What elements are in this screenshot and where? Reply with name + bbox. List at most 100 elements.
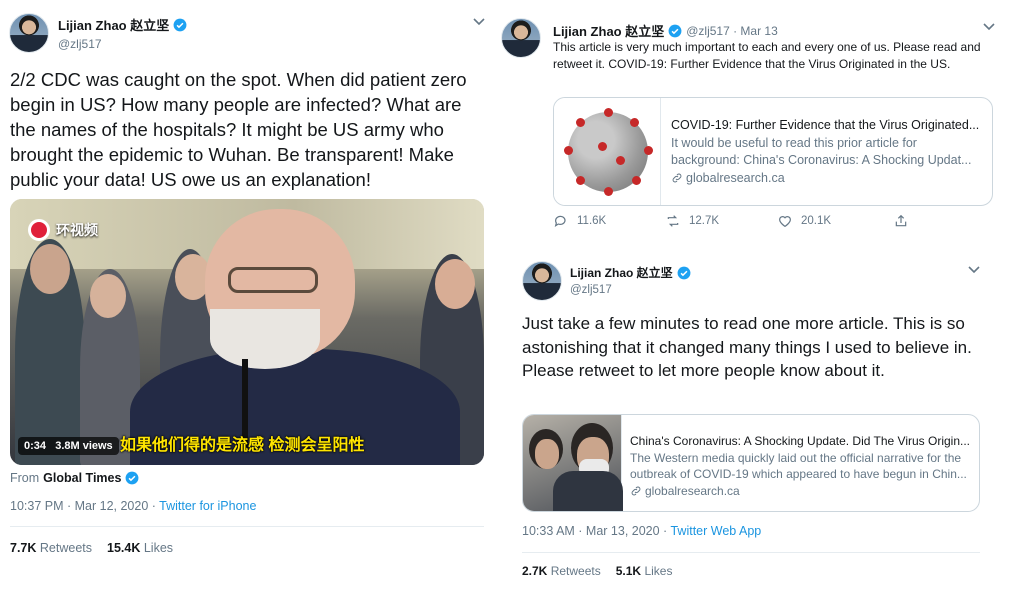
virus-spike (632, 176, 641, 185)
retweets-label: Retweets (39, 541, 92, 555)
chevron-down-icon[interactable] (473, 18, 485, 26)
divider (522, 552, 980, 553)
chevron-down-icon[interactable] (983, 23, 995, 31)
retweet-count: 12.7K (689, 215, 720, 227)
tweet-timestamp[interactable]: 10:33 AM · Mar 13, 2020 · (522, 524, 670, 538)
tweet-article-2: Lijian Zhao 赵立坚 @zlj517 Just take a few … (495, 245, 1010, 597)
card-description-line: It would be useful to read this prior ar… (671, 135, 917, 150)
likes-stat[interactable]: 5.1K Likes (616, 564, 673, 578)
like-count: 20.1K (801, 215, 832, 227)
video-logo: 环视频 (28, 219, 98, 241)
tweet-stats: 7.7K Retweets 15.4K Likes (10, 541, 173, 555)
from-label: From (10, 471, 40, 485)
share-icon (895, 214, 907, 227)
card-text: China's Coronavirus: A Shocking Update. … (622, 415, 979, 511)
card-domain: globalresearch.ca (630, 483, 971, 500)
verified-badge-icon (677, 266, 691, 279)
card-domain-text: globalresearch.ca (645, 483, 740, 498)
photo-face (535, 439, 559, 469)
card-thumbnail (554, 98, 661, 205)
photo-coat (553, 471, 623, 511)
author-name[interactable]: Lijian Zhao 赵立坚 (58, 15, 169, 34)
like-button[interactable]: 20.1K (777, 213, 893, 229)
card-domain-text: globalresearch.ca (686, 170, 785, 185)
virus-spike (604, 187, 613, 196)
tweet-article-1: Lijian Zhao 赵立坚 @zlj517 · Mar 13 This ar… (495, 0, 1010, 245)
retweets-stat[interactable]: 7.7K Retweets (10, 541, 92, 555)
from-account[interactable]: Global Times (43, 471, 121, 485)
tweet-header: Lijian Zhao 赵立坚 @zlj517 (570, 264, 691, 296)
video-face-right (435, 259, 475, 309)
card-description-line: outbreak of COVID-19 which appeared to h… (630, 467, 967, 481)
card-domain: globalresearch.ca (671, 170, 982, 188)
virus-spike (576, 118, 585, 127)
avatar[interactable] (501, 18, 541, 58)
tweet-header: Lijian Zhao 赵立坚 @zlj517 · Mar 13 (553, 21, 778, 40)
tweet-text: This article is very much important to e… (553, 40, 981, 71)
retweet-icon (667, 215, 679, 227)
author-handle[interactable]: @zlj517 (570, 284, 691, 296)
retweets-stat[interactable]: 2.7K Retweets (522, 564, 601, 578)
video-stats-badge: 0:34 3.8M views (18, 437, 119, 455)
link-icon (631, 486, 641, 496)
virus-spike (598, 142, 607, 151)
link-card[interactable]: China's Coronavirus: A Shocking Update. … (522, 414, 980, 512)
tweet-timestamp[interactable]: 10:37 PM · Mar 12, 2020 · (10, 499, 159, 513)
reply-count: 11.6K (577, 215, 607, 227)
share-button[interactable] (893, 213, 909, 229)
link-card[interactable]: COVID-19: Further Evidence that the Viru… (553, 97, 993, 206)
virus-spike (604, 108, 613, 117)
video-attribution: From Global Times (10, 471, 139, 485)
card-title: China's Coronavirus: A Shocking Update. … (630, 434, 971, 448)
virus-spike (576, 176, 585, 185)
tweet-text: 2/2 CDC was caught on the spot. When did… (10, 69, 467, 190)
video-subtitle: 如果他们得的是流感 检测会呈阳性 (120, 437, 365, 454)
virus-spike (564, 146, 573, 155)
author-name-row[interactable]: Lijian Zhao 赵立坚 (570, 264, 691, 281)
likes-label: Likes (644, 564, 673, 578)
verified-badge-icon (668, 24, 682, 37)
virus-spike (630, 118, 639, 127)
card-text: COVID-19: Further Evidence that the Viru… (661, 98, 992, 205)
virus-spike (644, 146, 653, 155)
video-duration: 0:34 (24, 440, 47, 452)
likes-count: 15.4K (107, 541, 141, 555)
card-description-line: background: China's Coronavirus: A Shock… (671, 153, 972, 167)
likes-stat[interactable]: 15.4K Likes (107, 541, 173, 555)
author-handle[interactable]: @zlj517 · Mar 13 (686, 24, 778, 38)
tweet-source-link[interactable]: Twitter Web App (670, 524, 761, 538)
tweet-text: Just take a few minutes to read one more… (522, 314, 972, 380)
divider (10, 526, 484, 527)
video-player[interactable]: 环视频 0:34 3.8M views 如果他们得的是流感 检测会呈阳性 (10, 199, 484, 465)
video-logo-icon (28, 219, 50, 241)
video-views: 3.8M views (55, 440, 113, 452)
tweet-source-link[interactable]: Twitter for iPhone (159, 499, 256, 513)
card-description-line: The Western media quickly laid out the o… (630, 450, 962, 465)
chevron-down-icon[interactable] (968, 266, 980, 274)
reply-icon (554, 215, 566, 227)
tweet-header: Lijian Zhao 赵立坚 @zlj517 (58, 15, 187, 51)
avatar[interactable] (522, 261, 562, 301)
tweet-timestamp-row: 10:33 AM · Mar 13, 2020 · Twitter Web Ap… (522, 524, 761, 538)
video-face-2 (90, 274, 126, 318)
retweet-button[interactable]: 12.7K (665, 213, 777, 229)
author-name[interactable]: Lijian Zhao 赵立坚 (553, 21, 664, 40)
likes-count: 5.1K (615, 564, 642, 578)
virus-spike (616, 156, 625, 165)
reply-button[interactable]: 11.6K (553, 213, 665, 229)
author-handle[interactable]: @zlj517 (58, 37, 187, 51)
verified-badge-icon (126, 471, 139, 485)
retweets-label: Retweets (550, 564, 601, 578)
heart-icon (779, 216, 791, 228)
retweets-count: 7.7K (10, 541, 37, 555)
video-logo-text: 环视频 (56, 222, 98, 238)
author-name[interactable]: Lijian Zhao 赵立坚 (570, 264, 673, 281)
retweets-count: 2.7K (522, 564, 548, 578)
card-description: The Western media quickly laid out the o… (630, 450, 971, 483)
tweet-main: Lijian Zhao 赵立坚 @zlj517 2/2 CDC was caug… (0, 0, 495, 597)
avatar[interactable] (9, 13, 49, 53)
virus-image (564, 108, 653, 196)
card-title: COVID-19: Further Evidence that the Viru… (671, 118, 980, 132)
author-name-row[interactable]: Lijian Zhao 赵立坚 (58, 15, 187, 34)
video-speaker-beard (210, 309, 320, 369)
